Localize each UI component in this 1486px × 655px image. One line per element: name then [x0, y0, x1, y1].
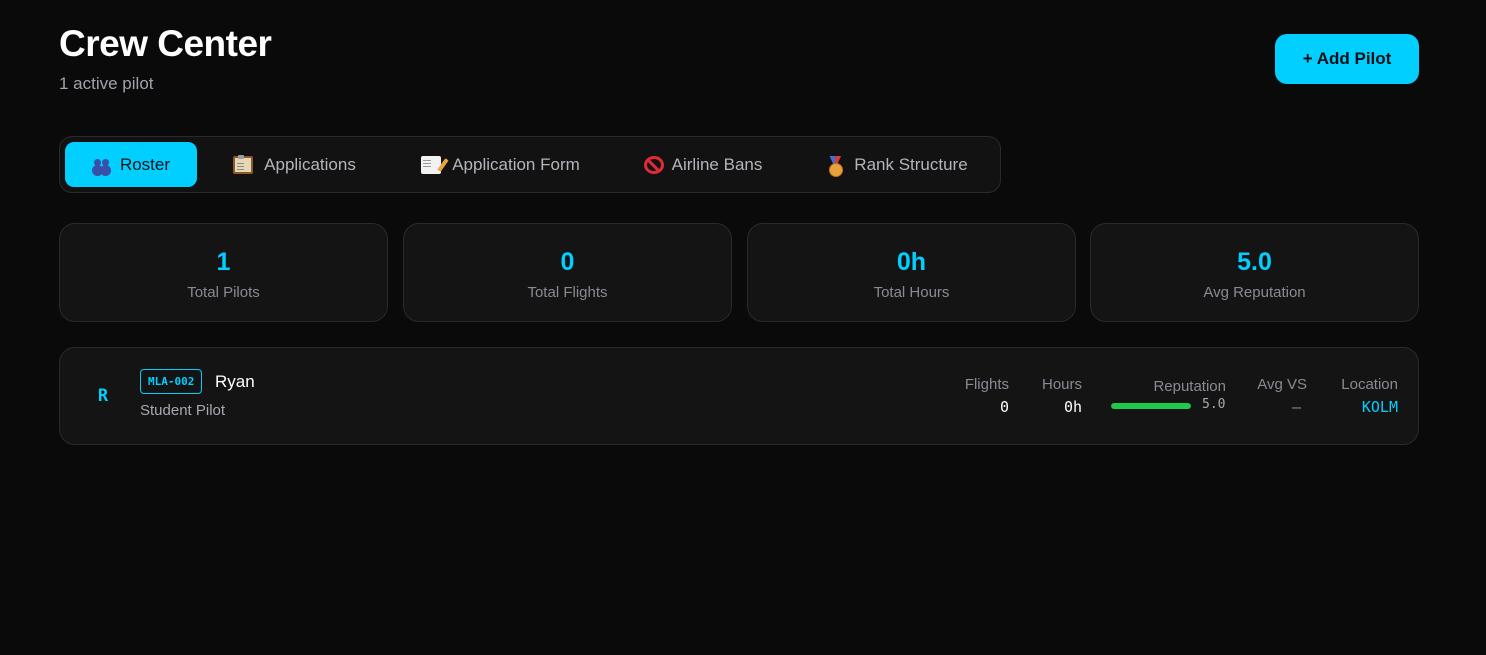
- stat-label: Total Flights: [527, 284, 608, 301]
- clipboard-icon: [233, 154, 254, 174]
- stat-label: Avg Reputation: [1203, 284, 1306, 301]
- flights-label: Flights: [964, 376, 1009, 393]
- tab-rank-structure[interactable]: Rank Structure: [812, 142, 982, 187]
- reputation-bar: [1111, 403, 1191, 409]
- reputation-label: Reputation: [1153, 378, 1226, 395]
- pilot-row[interactable]: R MLA-002 Ryan Student Pilot Flights 0 H…: [59, 347, 1419, 445]
- tab-label: Application Form: [452, 154, 580, 174]
- page-subtitle: 1 active pilot: [59, 74, 154, 93]
- reputation-value: 5.0: [1202, 397, 1226, 412]
- reputation-bar-fill: [1111, 403, 1191, 409]
- pilot-name: Ryan: [215, 372, 255, 391]
- tab-label: Airline Bans: [671, 154, 763, 174]
- add-pilot-button[interactable]: + Add Pilot: [1275, 34, 1419, 84]
- no-entry-icon: [643, 155, 664, 174]
- memo-icon: [421, 155, 442, 174]
- crew-center-page: Crew Center 1 active pilot + Add Pilot R…: [0, 0, 1486, 655]
- callsign-badge: MLA-002: [140, 369, 203, 394]
- avg-vs-label: Avg VS: [1257, 376, 1307, 393]
- tab-roster[interactable]: Roster: [65, 142, 197, 187]
- location-value: KOLM: [1361, 398, 1398, 416]
- hours-label: Hours: [1041, 376, 1082, 393]
- tab-airline-bans[interactable]: Airline Bans: [630, 142, 776, 187]
- location-label: Location: [1341, 376, 1398, 393]
- hours-value: 0h: [1063, 398, 1082, 416]
- tab-bar: Roster Applications Application Form Air…: [59, 136, 1001, 193]
- tab-application-form[interactable]: Application Form: [406, 142, 592, 187]
- page-title: Crew Center: [59, 23, 272, 64]
- stat-label: Total Pilots: [187, 284, 260, 301]
- stat-card-total-hours: 0h Total Hours: [747, 223, 1076, 322]
- avg-vs-value: —: [1291, 398, 1301, 416]
- stat-value: 0h: [896, 248, 927, 276]
- tab-applications[interactable]: Applications: [218, 142, 368, 187]
- flights-value: 0: [999, 398, 1009, 416]
- stat-value: 1: [216, 248, 231, 276]
- stat-label: Total Hours: [873, 284, 950, 301]
- tab-label: Roster: [119, 154, 171, 174]
- medal-icon: [826, 156, 846, 177]
- tab-label: Rank Structure: [854, 154, 968, 174]
- stat-card-total-flights: 0 Total Flights: [403, 223, 732, 322]
- stat-card-avg-reputation: 5.0 Avg Reputation: [1090, 223, 1419, 322]
- stat-value: 5.0: [1237, 248, 1272, 276]
- stat-value: 0: [560, 248, 575, 276]
- people-icon: [92, 156, 112, 174]
- stat-card-total-pilots: 1 Total Pilots: [59, 223, 388, 322]
- tab-label: Applications: [264, 154, 356, 174]
- pilot-rank: Student Pilot: [140, 402, 226, 419]
- avatar: R: [97, 386, 109, 406]
